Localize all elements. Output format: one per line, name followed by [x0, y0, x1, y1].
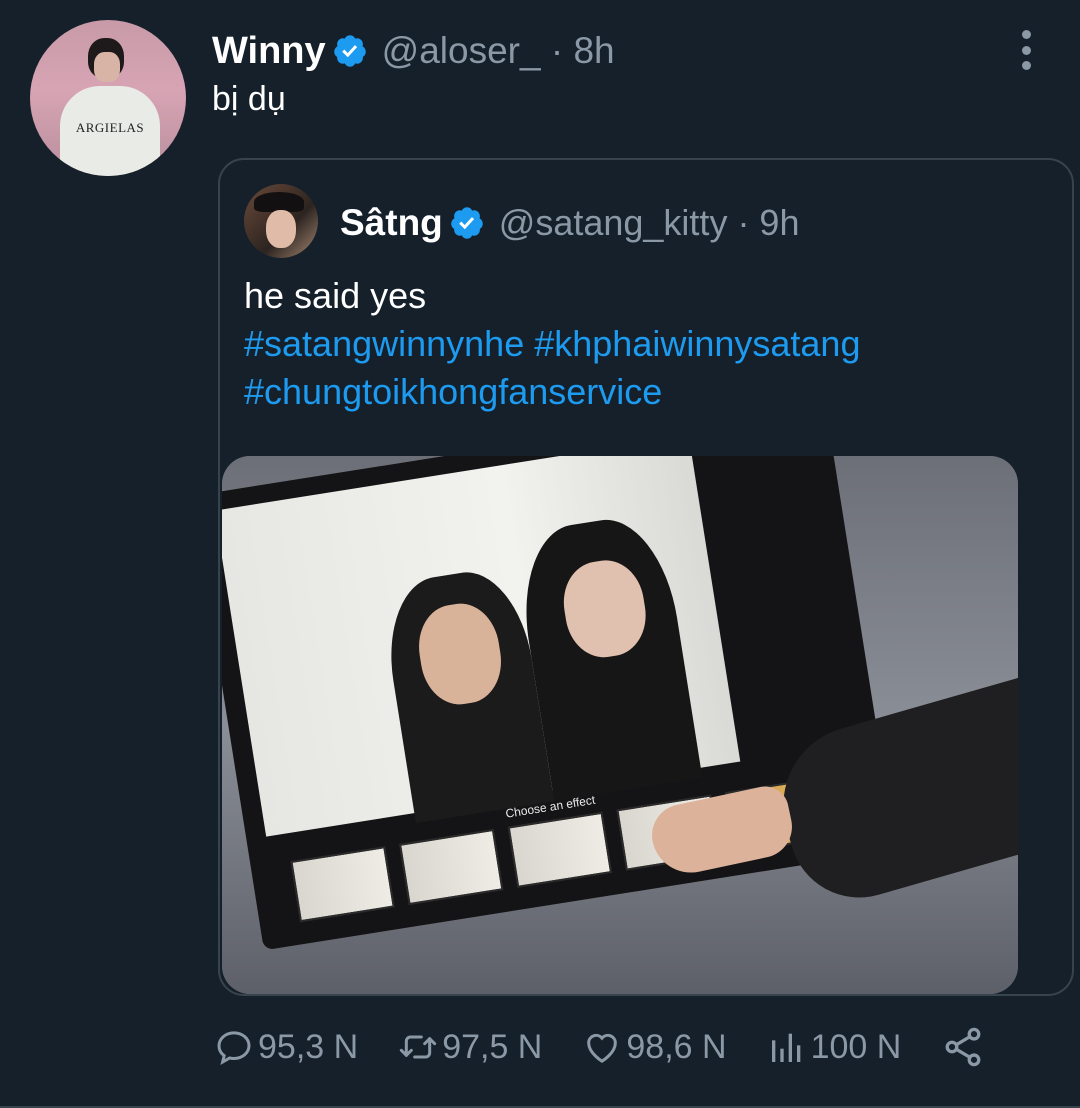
- tweet[interactable]: ARGIELAS Winny @aloser_ · 8h bị dụ Sâtng…: [0, 0, 1080, 1108]
- quoted-handle-time[interactable]: @satang_kitty · 9h: [499, 202, 800, 244]
- media-photo: [222, 456, 741, 837]
- hashtag-link[interactable]: #khphaiwinnysatang: [534, 323, 860, 364]
- author-handle-time[interactable]: @aloser_ · 8h: [382, 30, 615, 72]
- tweet-actions: 95,3 N 97,5 N 98,6 N 100 N: [214, 1022, 1029, 1072]
- quoted-avatar[interactable]: [244, 184, 318, 258]
- like-button[interactable]: 98,6 N: [582, 1027, 727, 1067]
- quoted-tweet[interactable]: Sâtng @satang_kitty · 9h he said yes #sa…: [218, 158, 1074, 996]
- share-icon: [945, 1027, 981, 1067]
- quoted-media-image[interactable]: Choose an effect: [222, 456, 1018, 994]
- like-count: 98,6 N: [626, 1027, 727, 1066]
- verified-badge-icon: [451, 207, 483, 239]
- like-icon: [587, 1033, 618, 1063]
- more-icon[interactable]: [1018, 30, 1034, 70]
- avatar[interactable]: ARGIELAS: [30, 20, 186, 176]
- quoted-avatar-face: [266, 210, 296, 248]
- tweet-header: Winny @aloser_ · 8h: [212, 26, 615, 76]
- views-icon: [771, 1033, 800, 1062]
- retweet-icon: [400, 1035, 437, 1059]
- reply-icon: [217, 1031, 251, 1066]
- quoted-header: Sâtng @satang_kitty · 9h: [340, 198, 799, 248]
- retweet-count: 97,5 N: [442, 1027, 543, 1066]
- share-button[interactable]: [941, 1025, 989, 1069]
- hashtag-link[interactable]: #satangwinnynhe: [244, 323, 524, 364]
- author-name[interactable]: Winny: [212, 30, 326, 73]
- retweet-button[interactable]: 97,5 N: [398, 1027, 542, 1067]
- quoted-avatar-hair: [254, 192, 304, 212]
- avatar-face: [94, 52, 120, 82]
- views-count: 100 N: [810, 1027, 902, 1066]
- hashtag-link[interactable]: #chungtoikhongfanservice: [244, 371, 662, 412]
- quoted-text: he said yes: [244, 275, 427, 316]
- avatar-shirt-text: ARGIELAS: [75, 120, 145, 135]
- reply-count: 95,3 N: [258, 1027, 359, 1066]
- reply-button[interactable]: 95,3 N: [214, 1027, 358, 1067]
- views-button[interactable]: 100 N: [767, 1027, 902, 1067]
- quoted-author-name[interactable]: Sâtng: [340, 202, 443, 244]
- tweet-text: bị dụ: [212, 80, 286, 118]
- verified-badge-icon: [333, 35, 366, 67]
- quoted-hashtags: #satangwinnynhe #khphaiwinnysatang #chun…: [244, 320, 1064, 416]
